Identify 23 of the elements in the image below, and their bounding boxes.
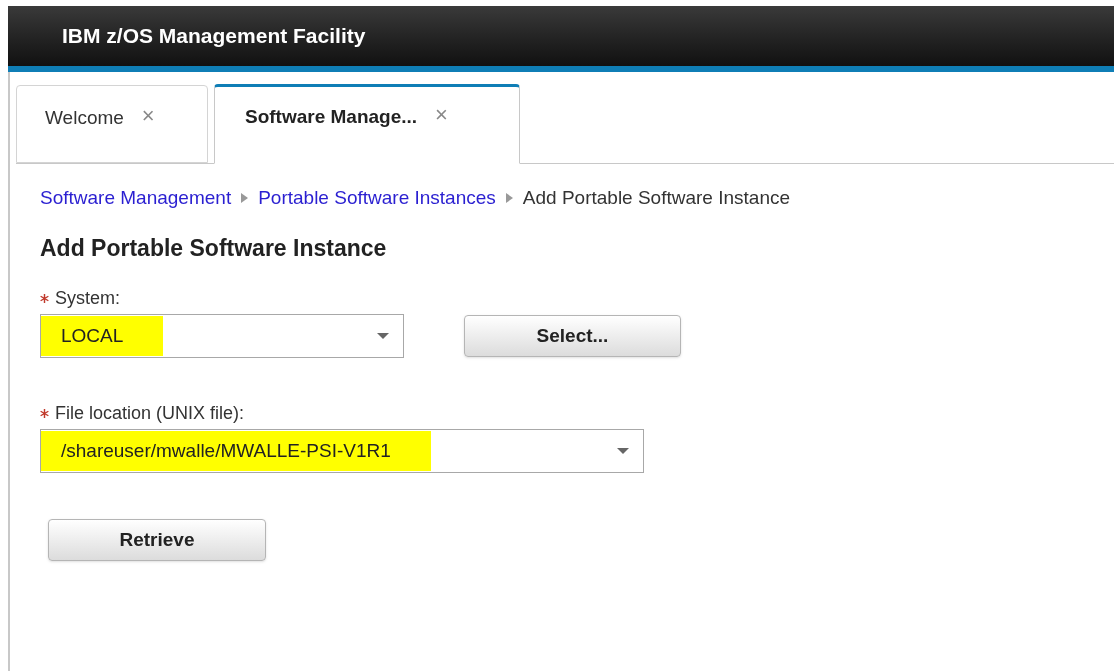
tab-label: Software Manage... <box>245 105 418 129</box>
dropdown-field[interactable]: /shareuser/mwalle/MWALLE-PSI-V1R1 <box>40 429 644 473</box>
retrieve-button[interactable]: Retrieve <box>48 519 266 561</box>
field-label: File location (UNIX file): <box>55 402 245 425</box>
dropdown-arrow-icon <box>617 448 629 454</box>
select-button[interactable]: Select... <box>464 315 681 357</box>
chevron-icon <box>241 193 249 204</box>
chevron-icon <box>505 193 513 204</box>
dropdown-arrow-icon <box>377 333 389 339</box>
tab[interactable]: Welcome × <box>16 85 208 163</box>
tab[interactable]: Software Manage... × <box>214 84 520 164</box>
page-title: Add Portable Software Instance <box>40 233 388 263</box>
field-label: System: <box>55 287 120 310</box>
breadcrumb-current: Add Portable Software Instance <box>522 186 791 210</box>
tab-label: Welcome <box>45 106 124 130</box>
dropdown-field[interactable]: LOCAL <box>40 314 404 358</box>
breadcrumb-link[interactable]: Software Management <box>40 184 232 213</box>
field-value: /shareuser/mwalle/MWALLE-PSI-V1R1 <box>41 431 431 471</box>
field-value: LOCAL <box>41 316 164 356</box>
breadcrumb-link[interactable]: Portable Software Instances <box>258 184 496 213</box>
close-icon[interactable]: × <box>141 104 155 128</box>
close-icon[interactable]: × <box>435 103 448 127</box>
app-title: IBM z/OS Management Facility <box>62 23 366 50</box>
